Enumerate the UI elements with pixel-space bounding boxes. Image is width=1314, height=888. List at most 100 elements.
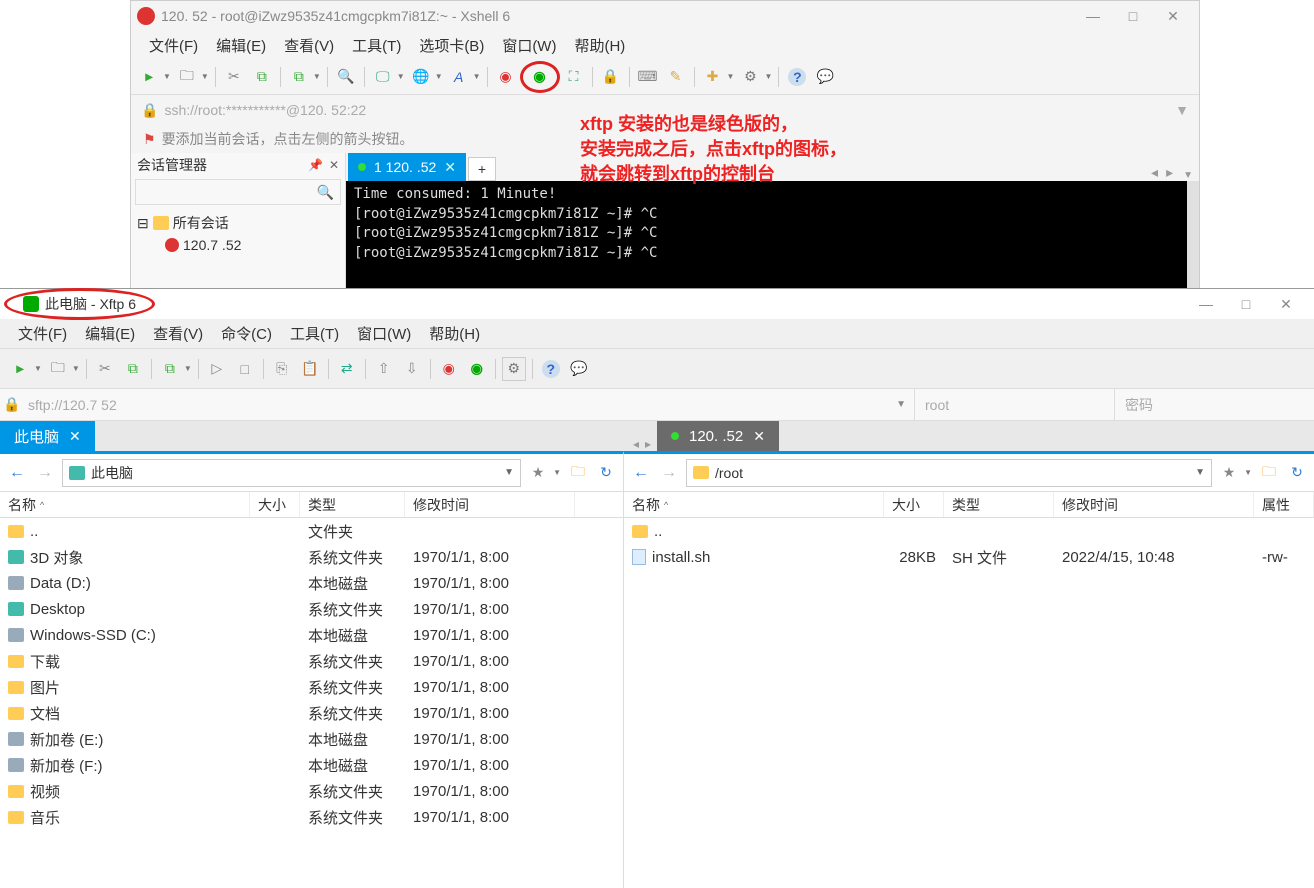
file-row[interactable]: ..文件夹: [0, 518, 623, 544]
local-filelist[interactable]: ..文件夹3D 对象系统文件夹1970/1/1, 8:00Data (D:)本地…: [0, 518, 623, 888]
tab-left-icon[interactable]: ◂: [633, 437, 639, 451]
file-row[interactable]: ..: [624, 518, 1314, 544]
search-icon[interactable]: [334, 65, 358, 89]
settings-icon[interactable]: [502, 357, 526, 381]
address-dropdown-icon[interactable]: ▼: [1175, 102, 1189, 118]
reconnect-icon[interactable]: [250, 65, 274, 89]
tab-close-icon[interactable]: ✕: [444, 159, 456, 176]
play-icon[interactable]: [205, 357, 229, 381]
file-row[interactable]: Desktop系统文件夹1970/1/1, 8:00: [0, 596, 623, 622]
settings-icon[interactable]: [738, 65, 762, 89]
disconnect-icon[interactable]: [93, 357, 117, 381]
menu-tabs[interactable]: 选项卡(B): [411, 33, 492, 58]
address-dropdown-icon[interactable]: ▼: [888, 399, 914, 410]
menu-cmd[interactable]: 命令(C): [213, 321, 280, 346]
bookmark-icon[interactable]: [1218, 462, 1240, 484]
file-row[interactable]: 音乐系统文件夹1970/1/1, 8:00: [0, 804, 623, 830]
reconnect-icon[interactable]: [121, 357, 145, 381]
back-icon[interactable]: ←: [630, 462, 652, 484]
remote-tab[interactable]: 120. .52 ✕: [657, 421, 779, 451]
add-icon[interactable]: [701, 65, 725, 89]
menu-tools[interactable]: 工具(T): [282, 321, 347, 346]
lock-icon[interactable]: [599, 65, 623, 89]
file-row[interactable]: Data (D:)本地磁盘1970/1/1, 8:00: [0, 570, 623, 596]
copy-icon[interactable]: [270, 357, 294, 381]
font-icon[interactable]: [447, 65, 471, 89]
path-dropdown-icon[interactable]: ▼: [504, 467, 514, 478]
col-name[interactable]: 名称^: [624, 492, 884, 517]
new-icon[interactable]: [8, 357, 32, 381]
tab-right-icon[interactable]: ▸: [645, 437, 651, 451]
explorer-icon[interactable]: [567, 462, 589, 484]
col-mtime[interactable]: 修改时间: [405, 492, 575, 517]
col-size[interactable]: 大小: [884, 492, 944, 517]
tab-nav-left-icon[interactable]: ◂: [1147, 164, 1162, 181]
file-row[interactable]: 视频系统文件夹1970/1/1, 8:00: [0, 778, 623, 804]
col-size[interactable]: 大小: [250, 492, 300, 517]
fullscreen-icon[interactable]: [562, 65, 586, 89]
close-button[interactable]: ✕: [1153, 1, 1193, 31]
menu-view[interactable]: 查看(V): [276, 33, 342, 58]
new-session-icon[interactable]: [137, 65, 161, 89]
remote-path-input[interactable]: /root ▼: [686, 459, 1212, 487]
keyboard-icon[interactable]: [636, 65, 660, 89]
file-row[interactable]: install.sh28KBSH 文件2022/4/15, 10:48-rw-: [624, 544, 1314, 570]
col-name[interactable]: 名称^: [0, 492, 250, 517]
tree-collapse-icon[interactable]: ⊟: [137, 215, 149, 232]
help-icon[interactable]: [785, 65, 809, 89]
col-type[interactable]: 类型: [300, 492, 405, 517]
forward-icon[interactable]: →: [658, 462, 680, 484]
tab-nav-right-icon[interactable]: ▸: [1162, 164, 1177, 181]
download-icon[interactable]: [400, 357, 424, 381]
minimize-button[interactable]: —: [1186, 289, 1226, 319]
menu-help[interactable]: 帮助(H): [421, 321, 488, 346]
session-search-input[interactable]: [135, 179, 341, 205]
open-icon[interactable]: [175, 65, 199, 89]
tree-session-item[interactable]: 120.7 .52: [137, 235, 339, 255]
path-dropdown-icon[interactable]: ▼: [1195, 467, 1205, 478]
user-field[interactable]: root: [914, 389, 1114, 420]
upload-icon[interactable]: [372, 357, 396, 381]
back-icon[interactable]: ←: [6, 462, 28, 484]
file-row[interactable]: 新加卷 (E:)本地磁盘1970/1/1, 8:00: [0, 726, 623, 752]
refresh-icon[interactable]: [595, 462, 617, 484]
highlight-icon[interactable]: [664, 65, 688, 89]
menu-edit[interactable]: 编辑(E): [208, 33, 274, 58]
pin-icon[interactable]: 📌: [308, 158, 323, 172]
tree-all-sessions[interactable]: ⊟ 所有会话: [137, 211, 339, 235]
maximize-button[interactable]: □: [1113, 1, 1153, 31]
remote-filelist[interactable]: ..install.sh28KBSH 文件2022/4/15, 10:48-rw…: [624, 518, 1314, 888]
refresh-icon[interactable]: [1286, 462, 1308, 484]
file-row[interactable]: 下载系统文件夹1970/1/1, 8:00: [0, 648, 623, 674]
minimize-button[interactable]: —: [1073, 1, 1113, 31]
file-row[interactable]: 新加卷 (F:)本地磁盘1970/1/1, 8:00: [0, 752, 623, 778]
explorer-icon[interactable]: [1258, 462, 1280, 484]
xshell-icon[interactable]: [494, 65, 518, 89]
properties-icon[interactable]: [287, 65, 311, 89]
tab-close-icon[interactable]: ✕: [69, 428, 81, 445]
terminal-tab[interactable]: 1 120. .52 ✕: [348, 153, 466, 181]
menu-tools[interactable]: 工具(T): [344, 33, 409, 58]
sync-icon[interactable]: [335, 357, 359, 381]
menu-edit[interactable]: 编辑(E): [77, 321, 143, 346]
disconnect-icon[interactable]: [222, 65, 246, 89]
menu-file[interactable]: 文件(F): [10, 321, 75, 346]
panel-close-icon[interactable]: ✕: [329, 158, 339, 172]
menu-view[interactable]: 查看(V): [145, 321, 211, 346]
local-tab[interactable]: 此电脑 ✕: [0, 421, 95, 451]
paste-icon[interactable]: [409, 65, 433, 89]
menu-help[interactable]: 帮助(H): [566, 33, 633, 58]
feedback-icon[interactable]: [813, 65, 837, 89]
open-icon[interactable]: [46, 357, 70, 381]
terminal[interactable]: Time consumed: 1 Minute! [root@iZwz9535z…: [346, 181, 1199, 289]
col-type[interactable]: 类型: [944, 492, 1054, 517]
tab-menu-icon[interactable]: ▼: [1177, 170, 1199, 181]
help-icon[interactable]: [539, 357, 563, 381]
local-path-input[interactable]: 此电脑 ▼: [62, 459, 521, 487]
stop-icon[interactable]: [233, 357, 257, 381]
xshell-icon[interactable]: [437, 357, 461, 381]
xftp-icon[interactable]: [465, 357, 489, 381]
maximize-button[interactable]: □: [1226, 289, 1266, 319]
file-row[interactable]: Windows-SSD (C:)本地磁盘1970/1/1, 8:00: [0, 622, 623, 648]
feedback-icon[interactable]: [567, 357, 591, 381]
